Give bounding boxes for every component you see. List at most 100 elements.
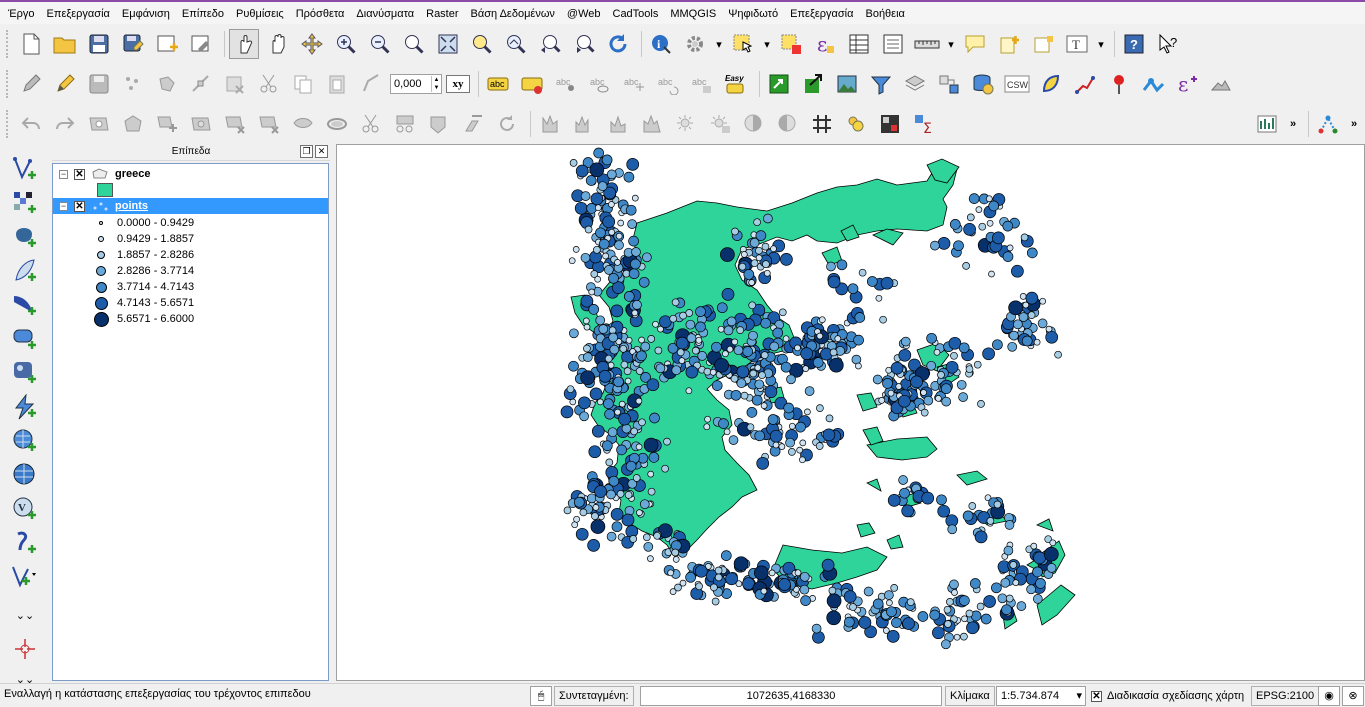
plugin-leaf-icon[interactable] [1036,69,1066,99]
raster-stretch-icon[interactable] [603,109,633,139]
zoom-out-icon[interactable] [365,29,395,59]
plugin-path-icon[interactable] [1070,69,1100,99]
layer-row-greece[interactable]: − ✕ greece [53,166,328,182]
render-checkbox-row[interactable]: ✕ Διαδικασία σχεδίασης χάρτη [1091,686,1244,706]
menu-item[interactable]: @Web [561,3,607,25]
legend-item[interactable]: 2.8286 - 3.7714 [95,263,194,279]
paste-features-icon[interactable] [322,69,352,99]
crosshair-icon[interactable] [10,634,40,664]
plugin-statistics-sigma-icon[interactable]: Σ [909,109,939,139]
menu-item[interactable]: Ψηφιδωτό [722,3,784,25]
new-bookmark-icon[interactable] [994,29,1024,59]
map-tips-icon[interactable] [960,29,990,59]
toolbar-grip[interactable] [6,70,10,98]
add-point-feature-icon[interactable] [118,69,148,99]
menu-item[interactable]: Επεξεργασία [41,3,116,25]
plugin-database-icon[interactable] [968,69,998,99]
move-feature-icon[interactable] [152,69,182,99]
crs-button[interactable]: EPSG:2100 [1251,686,1320,706]
plugin-terrain-icon[interactable] [1206,69,1236,99]
menu-item[interactable]: Πρόσθετα [290,3,351,25]
delete-ring-icon[interactable] [220,109,250,139]
legend-item[interactable]: 0.9429 - 1.8857 [95,231,194,247]
chevron-down-icon[interactable]: ▾ [1076,687,1082,705]
identify-features-icon[interactable]: i [646,29,676,59]
messages-icon[interactable]: ⊗ [1342,686,1364,706]
run-feature-action-gear-icon[interactable] [680,29,710,59]
new-project-button[interactable] [16,29,46,59]
menu-item[interactable]: CadTools [607,3,665,25]
map-canvas[interactable] [336,144,1365,681]
menu-item[interactable]: Επεξεργασία [784,3,859,25]
statistical-summary-icon[interactable] [878,29,908,59]
zoom-last-icon[interactable] [535,29,565,59]
increase-contrast-icon[interactable] [739,109,769,139]
plugin-landscape-icon[interactable] [832,69,862,99]
plugin-export-arrow-icon[interactable] [798,69,828,99]
composer-manager-button[interactable] [186,29,216,59]
zoom-to-selection-icon[interactable] [467,29,497,59]
chevron-down-icon[interactable]: ▾ [946,29,956,59]
help-contents-icon[interactable]: ? [1119,29,1149,59]
menu-item[interactable]: Raster [420,3,464,25]
xy-coordinate-button[interactable]: xy [446,75,470,93]
cut-features-scissors-icon[interactable] [254,69,284,99]
refresh-icon[interactable] [603,29,633,59]
add-part-icon[interactable] [152,109,182,139]
split-parts-icon[interactable] [390,109,420,139]
layer-labeling-abc-icon[interactable]: abc [483,69,513,99]
rotate-label-icon[interactable] [356,69,386,99]
plugin-network-graph-icon[interactable] [1313,109,1343,139]
scale-combobox[interactable]: 1:5.734.874 ▾ [996,686,1086,706]
plugin-points-yellow-icon[interactable] [841,109,871,139]
overflow-chevron-icon[interactable]: » [1347,109,1361,139]
deselect-all-icon[interactable] [776,29,806,59]
easy-custom-labeling-icon[interactable]: Easy [721,69,751,99]
toolbar-grip[interactable] [6,30,10,58]
split-features-icon[interactable] [356,109,386,139]
decrease-contrast-icon[interactable] [773,109,803,139]
chevron-down-icon[interactable]: ▾ [714,29,724,59]
zoom-to-layer-icon[interactable] [501,29,531,59]
pan-map-to-selection-icon[interactable] [297,29,327,59]
zoom-next-icon[interactable] [569,29,599,59]
location-pin-icon[interactable] [1104,69,1134,99]
plugin-network-nodes-icon[interactable] [1138,69,1168,99]
menu-item[interactable]: Εμφάνιση [116,3,176,25]
legend-item[interactable]: 0.0000 - 0.9429 [95,215,194,231]
render-checkbox[interactable]: ✕ [1091,690,1102,702]
zoom-actual-size-icon[interactable] [399,29,429,59]
plugin-network-icon[interactable] [934,69,964,99]
text-annotation-icon[interactable]: T [1062,29,1092,59]
csw-metasearch-icon[interactable]: CSW [1002,69,1032,99]
zoom-in-icon[interactable] [331,29,361,59]
menu-item[interactable]: Έργο [2,3,41,25]
save-project-button[interactable] [84,29,114,59]
collapse-toggle-icon[interactable]: − [59,201,68,211]
menu-item[interactable]: Ρυθμίσεις [230,3,290,25]
rotate-point-symbols-icon[interactable] [492,109,522,139]
layer-visibility-checkbox[interactable]: ✕ [74,168,85,180]
plugin-chart-icon[interactable] [1252,109,1282,139]
redo-icon[interactable] [50,109,80,139]
pan-to-selection-hand-icon[interactable] [229,29,259,59]
legend-item[interactable]: 1.8857 - 2.8286 [95,247,194,263]
offset-curve-icon[interactable] [322,109,352,139]
simplify-feature-icon[interactable] [118,109,148,139]
increase-brightness-icon[interactable] [671,109,701,139]
legend-item[interactable]: 3.7714 - 4.7143 [95,279,194,295]
field-calculator-epsilon-icon[interactable]: ε [810,29,840,59]
layer-visibility-checkbox[interactable]: ✕ [74,200,85,212]
add-vector-layer-icon[interactable] [10,154,40,184]
raster-calculator-icon[interactable] [535,109,565,139]
zoom-full-icon[interactable] [433,29,463,59]
plugin-green-arrow-icon[interactable] [764,69,794,99]
add-db2-layer-icon[interactable] [10,358,40,388]
delete-selected-icon[interactable] [220,69,250,99]
merge-selected-icon[interactable] [424,109,454,139]
show-bookmarks-icon[interactable] [1028,29,1058,59]
decrease-brightness-icon[interactable] [705,109,735,139]
map-render[interactable] [337,145,1365,681]
add-mssql-layer-icon[interactable] [10,290,40,320]
attribute-table-icon[interactable] [844,29,874,59]
